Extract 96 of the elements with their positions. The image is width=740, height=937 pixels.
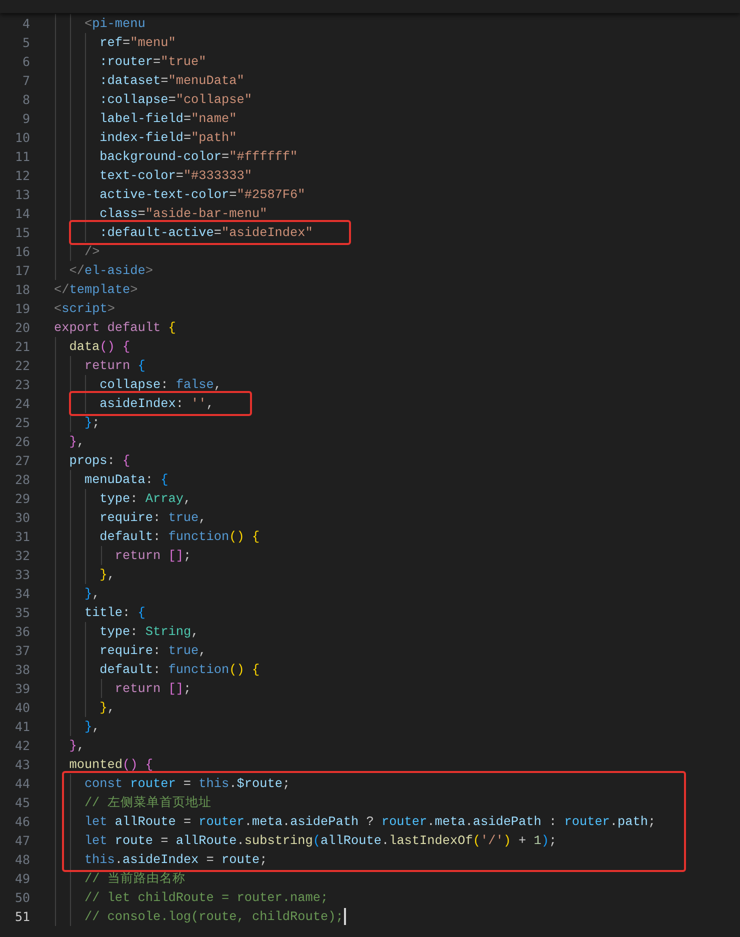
code-line: // 当前路由名称 [84,870,186,888]
line-number: 26 [14,433,30,451]
code-line: data() { [69,338,130,356]
code-line: :collapse="collapse" [100,91,252,109]
line-number: 15 [14,224,30,242]
code-line: :router="true" [100,53,206,71]
code-line: class="aside-bar-menu" [100,205,268,223]
code-line: </el-aside> [69,262,153,280]
code-line: asideIndex: '', [100,396,214,411]
code-line: // console.log(route, childRoute); [84,908,344,926]
line-number: 39 [14,680,30,698]
line-number: 20 [14,319,30,337]
code-line: }, [84,585,100,603]
line-number: 50 [14,889,30,907]
code-line: const router = this.$route; [84,776,290,791]
line-number: 49 [14,870,30,888]
line-number: 43 [14,756,30,774]
line-number: 44 [14,775,30,793]
line-number: 48 [14,851,30,869]
line-number: 18 [14,281,30,299]
code-line: }; [84,414,100,432]
line-number: 19 [14,300,30,318]
line-number: 22 [14,357,30,375]
line-number: 16 [14,243,30,261]
code-line: return []; [114,547,192,565]
code-line: text-color="#333333" [100,167,252,185]
line-number: 21 [14,338,30,356]
code-line: mounted() { [69,756,153,774]
code-line: title: { [84,604,146,622]
code-line: // let childRoute = router.name; [84,889,328,907]
code-line: label-field="name" [100,110,237,128]
line-number: 46 [14,813,30,831]
code-line: type: String, [100,623,199,641]
line-number: 9 [21,110,30,128]
code-line: }, [100,566,115,584]
line-number: 17 [14,262,30,280]
line-number: 40 [14,699,30,717]
code-line: require: true, [100,642,206,660]
code-line: :default-active="asideIndex" [100,225,313,240]
line-number: 38 [14,661,30,679]
code-line: <script> [54,300,115,318]
line-number: 4 [21,15,30,33]
line-number: 31 [14,528,30,546]
code-line: let route = allRoute.substring(allRoute.lastIndexOf('/') + 1); [84,833,557,848]
line-number: 30 [14,509,30,527]
line-number: 45 [14,794,30,812]
line-number: 11 [14,148,30,166]
code-line: }, [84,718,100,736]
code-line: background-color="#ffffff" [100,148,298,166]
line-number: 41 [14,718,30,736]
line-number: 27 [14,452,30,470]
line-number: 32 [14,547,30,565]
code-line: <pi-menu [84,15,146,33]
code-line: index-field="path" [100,129,237,147]
code-line: }, [100,699,115,717]
line-number: 33 [14,566,30,584]
code-line: collapse: false, [100,376,222,394]
code-line: require: true, [100,509,206,527]
code-line: export default { [54,319,176,337]
code-line: return []; [114,680,192,698]
code-line: this.asideIndex = route; [84,852,268,867]
line-number: 37 [14,642,30,660]
line-number: 42 [14,737,30,755]
code-line: ref="menu" [100,34,176,52]
line-number: 8 [21,91,30,109]
code-line: }, [69,737,84,755]
line-number: 23 [14,376,30,394]
code-line: /> [84,243,100,261]
line-number: 12 [14,167,30,185]
line-number: 14 [14,205,30,223]
line-number: 36 [14,623,30,641]
line-number: 34 [14,585,30,603]
code-line: :dataset="menuData" [100,72,244,90]
code-line: active-text-color="#2587F6" [100,186,306,204]
line-number: 47 [14,832,30,850]
line-number: 10 [14,129,30,147]
code-line: </template> [54,281,138,299]
line-number: 24 [14,395,30,413]
code-line: type: Array, [100,490,192,508]
line-number: 25 [14,414,30,432]
line-number: 5 [21,34,30,52]
line-number: 51 [14,908,30,926]
code-line: props: { [69,452,130,470]
code-line: }, [69,433,84,451]
code-line: menuData: { [84,471,168,489]
line-number: 28 [14,471,30,489]
code-line: return { [84,357,146,375]
code-line: default: function() { [100,661,260,679]
line-number: 7 [21,72,30,90]
code-line: default: function() { [100,528,260,546]
code-line: let allRoute = router.meta.asidePath ? router.meta.asidePath : router.path; [84,814,656,829]
line-number: 29 [14,490,30,508]
code-line: // 左侧菜单首页地址 [84,794,212,811]
line-number: 35 [14,604,30,622]
line-number: 13 [14,186,30,204]
line-number: 6 [21,53,30,71]
